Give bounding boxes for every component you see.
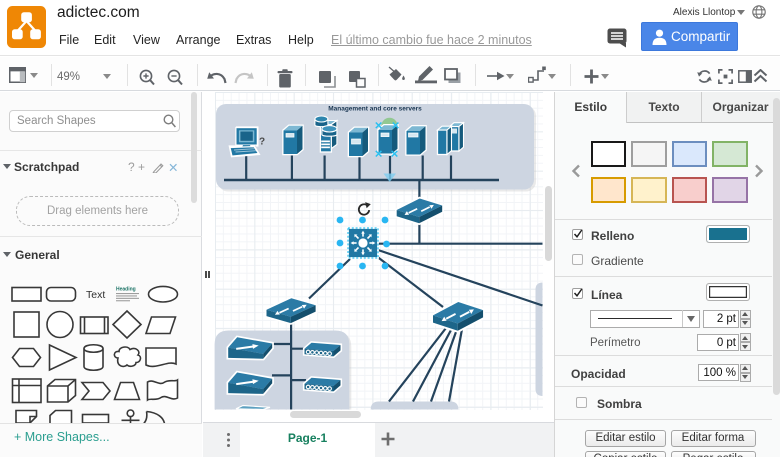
svg-text:Management and core servers: Management and core servers [328,106,422,113]
svg-text:?: ? [259,137,265,148]
svg-text:Text: Text [86,289,105,301]
svg-text:Heading: Heading [116,287,136,293]
